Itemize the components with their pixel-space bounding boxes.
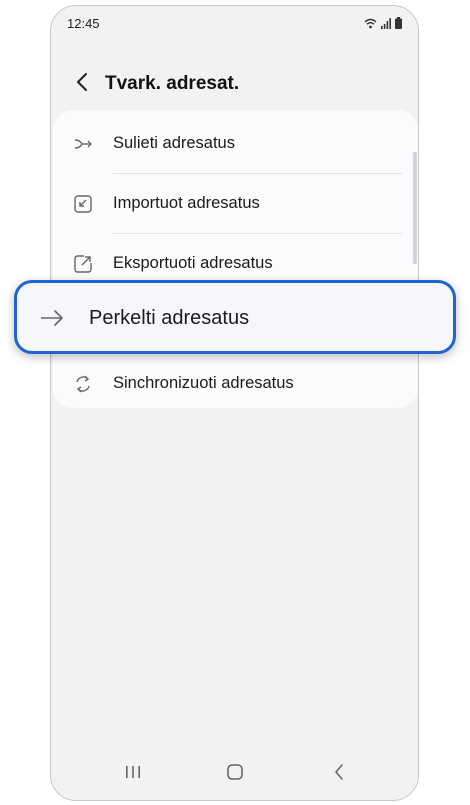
wifi-icon [364, 16, 377, 34]
battery-icon [395, 16, 402, 34]
menu-item-label: Sinchronizuoti adresatus [113, 374, 294, 392]
scrollbar[interactable] [413, 152, 417, 264]
menu-item-label: Importuot adresatus [113, 194, 260, 212]
sync-icon [73, 374, 93, 394]
menu-item-label: Perkelti adresatus [89, 307, 250, 329]
menu-card: Sulieti adresatus Importuot adresatus Ek… [53, 110, 418, 408]
merge-icon [73, 134, 93, 154]
menu-item-move-contacts[interactable]: Perkelti adresatus [14, 280, 456, 354]
menu-item-label: Sulieti adresatus [113, 134, 235, 152]
chevron-left-icon [76, 72, 88, 97]
page-title: Tvark. adresat. [105, 73, 240, 94]
export-icon [73, 254, 93, 274]
menu-item-label: Eksportuoti adresatus [113, 254, 273, 272]
recents-button[interactable] [121, 762, 145, 786]
status-bar: 12:45 [51, 6, 418, 42]
menu-item-sync-contacts[interactable]: Sinchronizuoti adresatus [53, 354, 418, 414]
recents-icon [124, 764, 142, 785]
header: Tvark. adresat. [51, 64, 418, 104]
back-icon [333, 763, 345, 786]
status-icons [364, 16, 402, 34]
home-button[interactable] [223, 762, 247, 786]
arrow-right-icon [39, 305, 65, 331]
home-icon [226, 763, 244, 786]
nav-back-button[interactable] [327, 762, 351, 786]
menu-item-import-contacts[interactable]: Importuot adresatus [53, 174, 418, 234]
status-time: 12:45 [67, 16, 100, 31]
phone-frame: 12:45 Tvark. adresat. Sulieti adresatus … [50, 5, 419, 801]
back-button[interactable] [69, 70, 95, 98]
menu-item-merge-contacts[interactable]: Sulieti adresatus [53, 114, 418, 174]
navigation-bar [51, 748, 418, 800]
import-icon [73, 194, 93, 214]
signal-icon [381, 16, 391, 34]
